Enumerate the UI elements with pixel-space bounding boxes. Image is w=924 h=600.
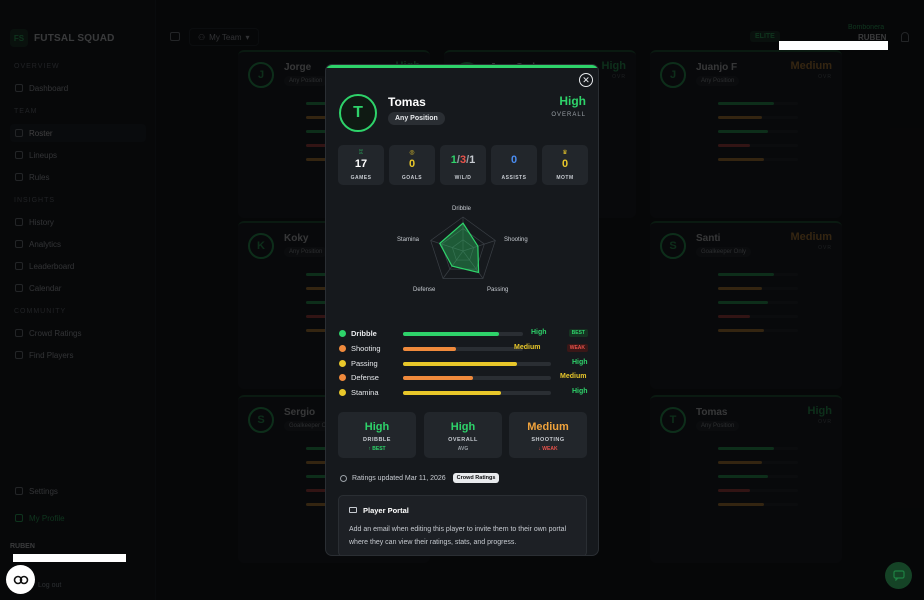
attribute-level: High: [572, 388, 588, 395]
draws-value: 1: [469, 154, 476, 166]
radar-svg: [430, 216, 496, 279]
ball-icon: ◎: [409, 150, 415, 156]
portal-title: Player Portal: [363, 506, 409, 515]
clock-icon: [340, 474, 347, 482]
redaction-bar: [779, 41, 888, 50]
attribute-name: Passing: [351, 359, 378, 368]
attribute-tag: BEST: [568, 329, 588, 337]
player-position-badge: Any Position: [388, 112, 445, 125]
ratings-updated: Ratings updated Mar 11, 2026 Crowd Ratin…: [340, 472, 500, 484]
app-root: FS FUTSAL SQUAD OVERVIEW Dashboard TEAM …: [0, 0, 924, 600]
attribute-row-stamina: Stamina High: [338, 387, 588, 399]
player-avatar: T: [339, 94, 377, 132]
crowd-ratings-badge[interactable]: Crowd Ratings: [452, 473, 500, 483]
attribute-name: Dribble: [351, 329, 377, 338]
summary-overall: High OVERALL AVG: [424, 412, 502, 458]
modal-accent-line: [326, 65, 598, 68]
portal-description: Add an email when editing this player to…: [349, 526, 567, 546]
stat-motm: ♛ 0 MOTM: [542, 145, 588, 185]
summary-weak: Medium SHOOTING ↓ WEAK: [509, 412, 587, 458]
attribute-level: Medium: [514, 344, 541, 351]
attribute-level: Medium: [560, 373, 587, 380]
help-fab[interactable]: [6, 565, 35, 594]
stamina-icon: [339, 389, 346, 396]
attribute-bar: [403, 347, 523, 351]
attribute-level: High: [531, 329, 547, 336]
close-button[interactable]: ✕: [579, 73, 593, 87]
player-name: Tomas: [388, 95, 426, 109]
chat-icon: [892, 570, 905, 581]
stat-games: ♖ 17 GAMES: [338, 145, 384, 185]
shooting-icon: [339, 345, 346, 352]
radar-label-defense: Defense: [413, 287, 436, 293]
mail-icon: [349, 507, 357, 513]
stats-row: ♖ 17 GAMES ◎ 0 GOALS 1/3/1 W/L/D 0 ASSIS…: [338, 145, 588, 185]
dribble-icon: [339, 330, 346, 337]
summary-best: High DRIBBLE ↑ BEST: [338, 412, 416, 458]
stat-wld: 1/3/1 W/L/D: [440, 145, 486, 185]
chat-fab[interactable]: [885, 562, 912, 589]
attribute-bar: [403, 362, 551, 366]
trophy-icon: ♖: [358, 150, 364, 156]
radar-chart: Dribble Shooting Passing Defense Stamina: [388, 201, 538, 301]
player-overall-level: High: [559, 94, 586, 108]
radar-value-area: [438, 222, 480, 274]
stat-goals: ◎ 0 GOALS: [389, 145, 435, 185]
redaction-bar: [13, 554, 126, 562]
radar-label-passing: Passing: [487, 287, 509, 293]
attribute-level: High: [572, 359, 588, 366]
attribute-bar: [403, 332, 523, 336]
radar-label-dribble: Dribble: [452, 206, 472, 212]
radar-label-shooting: Shooting: [504, 237, 528, 243]
attribute-bar: [403, 376, 551, 380]
attribute-bar: [403, 391, 551, 395]
player-modal: ✕ T Tomas Any Position High OVERALL ♖ 17…: [325, 64, 599, 556]
attribute-name: Shooting: [351, 344, 381, 353]
player-portal-box: Player Portal Add an email when editing …: [338, 495, 587, 555]
stat-assists: 0 ASSISTS: [491, 145, 537, 185]
defense-icon: [339, 374, 346, 381]
passing-icon: [339, 360, 346, 367]
close-icon: ✕: [582, 74, 590, 85]
overall-label: OVERALL: [551, 112, 586, 118]
link-icon: [13, 575, 28, 584]
radar-label-stamina: Stamina: [397, 237, 420, 243]
attribute-row-dribble: Dribble High BEST: [338, 328, 588, 340]
crown-icon: ♛: [562, 150, 568, 156]
attribute-name: Defense: [351, 373, 379, 382]
attribute-row-passing: Passing High: [338, 358, 588, 370]
attribute-row-defense: Defense Medium: [338, 372, 588, 384]
attribute-name: Stamina: [351, 388, 379, 397]
attribute-tag: WEAK: [566, 344, 588, 352]
attribute-row-shooting: Shooting Medium WEAK: [338, 343, 588, 355]
